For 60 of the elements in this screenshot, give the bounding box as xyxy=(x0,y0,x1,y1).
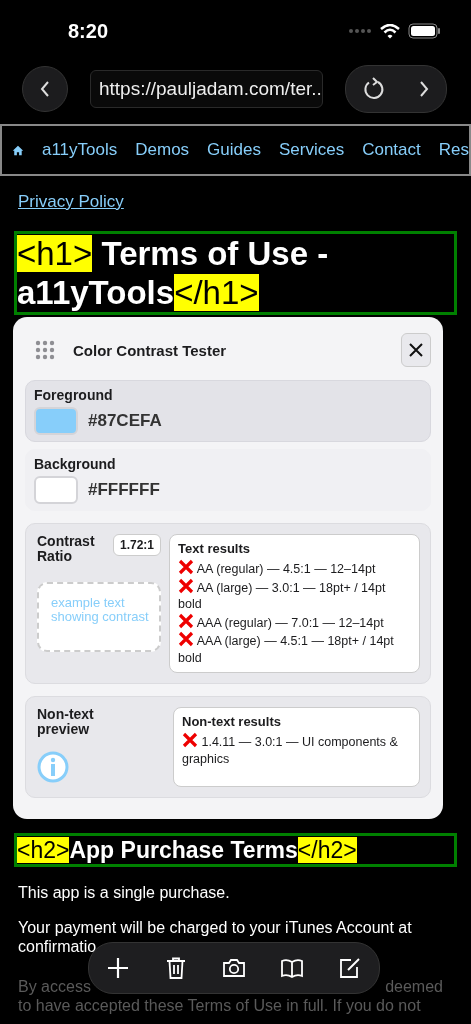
privacy-link[interactable]: Privacy Policy xyxy=(18,192,124,212)
camera-icon xyxy=(222,956,246,980)
ratio-label: Contrast Ratio xyxy=(37,534,96,564)
section-heading: <h2>App Purchase Terms</h2> xyxy=(17,836,358,864)
nav-link[interactable]: a11yTools xyxy=(41,140,118,160)
nav-link[interactable]: Res xyxy=(438,140,469,160)
camera-button[interactable] xyxy=(222,956,246,980)
results-title: Non-text results xyxy=(182,714,282,729)
body-text: This app is a single purchase. xyxy=(18,883,231,902)
drag-handle-icon[interactable] xyxy=(35,340,55,360)
result-item: AA (regular) — 4.5:1 — 12–14pt xyxy=(178,559,411,578)
nontext-label: Non-text preview xyxy=(37,707,95,737)
result-item: AAA (large) — 4.5:1 — 18pt+ / 14pt bold xyxy=(178,631,411,666)
compose-icon xyxy=(338,956,362,980)
close-button[interactable] xyxy=(401,333,431,367)
url-field[interactable]: https://pauljadam.com/ter... xyxy=(90,70,323,108)
color-swatch[interactable] xyxy=(34,407,78,435)
result-item: AAA (regular) — 7.0:1 — 12–14pt xyxy=(178,612,411,631)
back-icon xyxy=(40,81,50,97)
color-value: #87CEFA xyxy=(88,411,162,431)
trash-button[interactable] xyxy=(164,956,188,980)
status-time: 8:20 xyxy=(68,19,109,43)
color-swatch[interactable] xyxy=(34,476,78,504)
info-icon xyxy=(37,751,69,783)
ratio-value: 1.72:1 xyxy=(112,534,161,556)
forward-icon xyxy=(419,81,429,97)
color-row[interactable]: Foreground #87CEFA xyxy=(25,380,431,442)
battery-icon xyxy=(408,23,441,39)
book-button[interactable] xyxy=(280,956,304,980)
body-text: By access xyxy=(18,977,91,996)
signal-icon xyxy=(348,28,372,34)
nav-link[interactable]: Services xyxy=(279,140,345,160)
color-label: Background xyxy=(34,456,117,472)
page-heading: <h1> Terms of Use - a11yTools</h1> xyxy=(17,234,330,312)
book-icon xyxy=(280,956,304,980)
compose-button[interactable] xyxy=(338,956,362,980)
body-text: deemed xyxy=(385,977,443,996)
reload-button[interactable] xyxy=(363,77,385,101)
results-title: Text results xyxy=(178,541,251,556)
result-item: 1.4.11 — 3.0:1 — UI components & graphics xyxy=(182,732,411,767)
color-label: Foreground xyxy=(34,387,114,403)
nav-link[interactable]: Guides xyxy=(207,140,261,160)
color-row[interactable]: Background #FFFFFF xyxy=(25,449,431,511)
forward-button[interactable] xyxy=(419,81,429,97)
trash-icon xyxy=(164,956,188,980)
wifi-icon xyxy=(380,23,400,39)
color-value: #FFFFFF xyxy=(88,480,160,500)
plus-icon xyxy=(106,956,130,980)
panel-title: Color Contrast Tester xyxy=(73,341,228,359)
plus-button[interactable] xyxy=(106,956,130,980)
reload-icon xyxy=(363,77,385,101)
body-text: confirmatio xyxy=(18,937,98,956)
body-text: Your payment will be charged to your iTunes Account at xyxy=(18,918,413,937)
body-text: to have accepted these Terms of Use in full. If you do not xyxy=(18,996,422,1015)
back-button[interactable] xyxy=(22,66,68,112)
example-text: example text showing contrast xyxy=(37,582,161,652)
nav-link[interactable]: Demos xyxy=(135,140,190,160)
nav-link[interactable]: Contact xyxy=(362,140,421,160)
close-icon xyxy=(409,343,423,357)
result-item: AA (large) — 3.0:1 — 18pt+ / 14pt bold xyxy=(178,577,411,613)
